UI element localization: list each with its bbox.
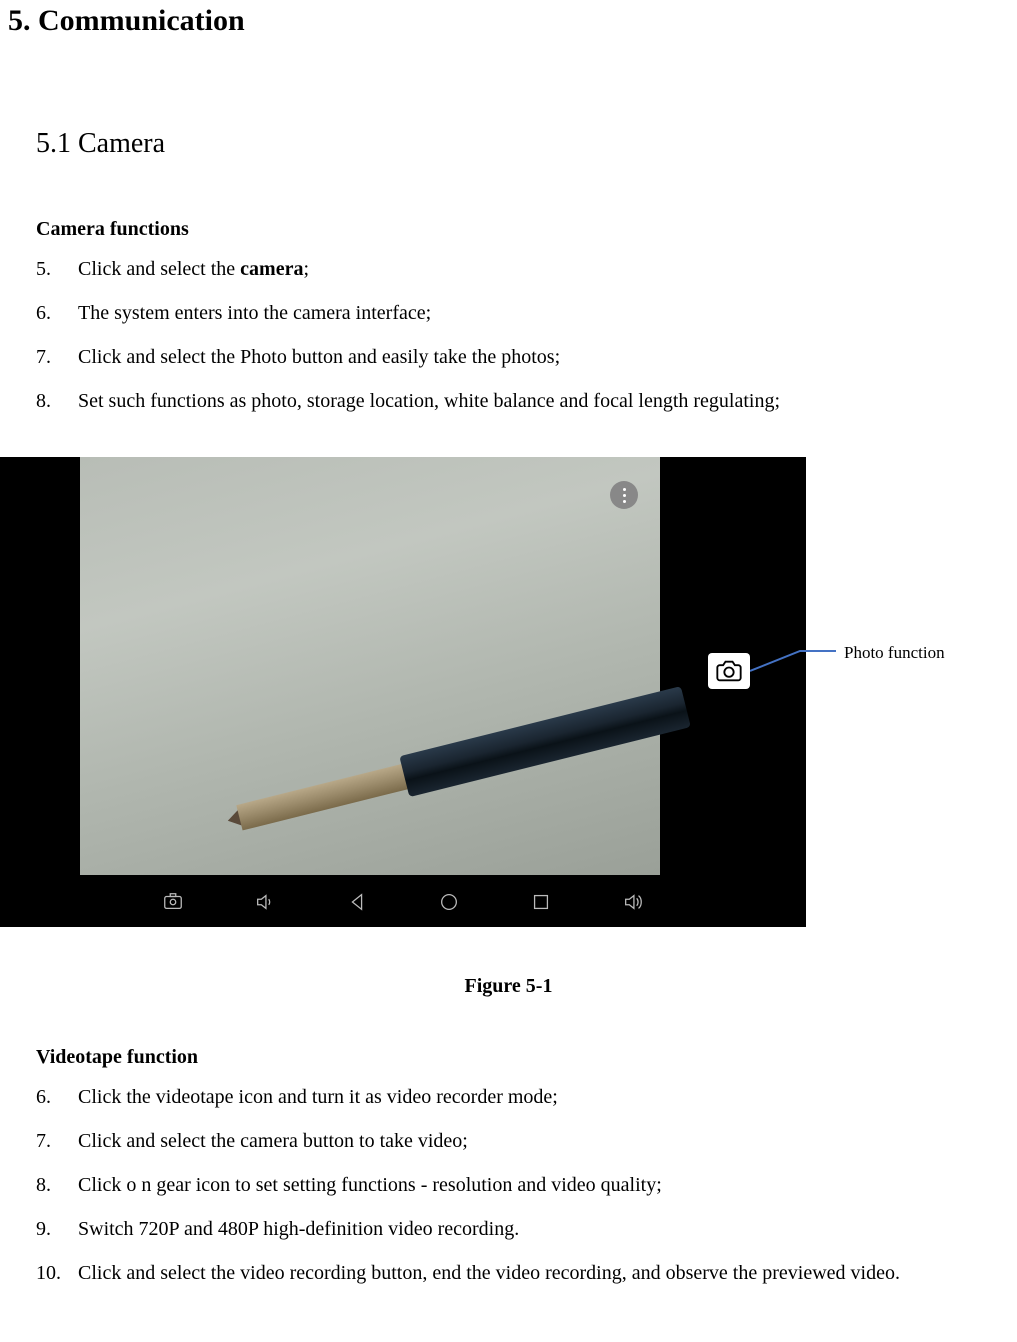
list-item: 6. The system enters into the camera int…: [36, 299, 1017, 327]
list-text: Set such functions as photo, storage loc…: [78, 387, 1017, 415]
volume-up-icon[interactable]: [621, 890, 645, 914]
list-item: 5. Click and select the camera;: [36, 255, 1017, 283]
more-icon: [623, 494, 626, 497]
figure-caption: Figure 5-1: [0, 975, 1017, 998]
android-nav-bar: [0, 877, 806, 927]
subsection-title-camera: Camera functions: [0, 218, 1017, 241]
recent-apps-icon[interactable]: [529, 890, 553, 914]
list-item: 8. Set such functions as photo, storage …: [36, 387, 1017, 415]
list-number: 8.: [36, 387, 78, 415]
camera-screenshot: [0, 457, 806, 927]
list-number: 7.: [36, 1127, 78, 1155]
list-number: 6.: [36, 1083, 78, 1111]
camera-switch-icon[interactable]: [161, 890, 185, 914]
subsection-title-videotape: Videotape function: [0, 1046, 1017, 1069]
list-text: Switch 720P and 480P high-definition vid…: [78, 1215, 1017, 1243]
list-item: 7. Click and select the camera button to…: [36, 1127, 1017, 1155]
volume-down-icon[interactable]: [253, 890, 277, 914]
shutter-button[interactable]: [708, 653, 750, 689]
list-text-post: ;: [303, 258, 309, 280]
list-item: 6. Click the videotape icon and turn it …: [36, 1083, 1017, 1111]
list-item: 10. Click and select the video recording…: [36, 1259, 1017, 1287]
list-item: 9. Switch 720P and 480P high-definition …: [36, 1215, 1017, 1243]
list-number: 5.: [36, 255, 78, 283]
callout-line: [750, 649, 836, 673]
camera-viewfinder: [80, 457, 660, 875]
chapter-heading: 5. Communication: [0, 0, 1017, 38]
list-number: 8.: [36, 1171, 78, 1199]
list-number: 7.: [36, 343, 78, 371]
list-item: 8. Click o n gear icon to set setting fu…: [36, 1171, 1017, 1199]
camera-icon: [715, 659, 743, 683]
videotape-functions-list: 6. Click the videotape icon and turn it …: [0, 1083, 1017, 1287]
callout-label: Photo function: [844, 643, 945, 663]
section-heading: 5.1 Camera: [0, 128, 1017, 160]
list-text: Click and select the camera button to ta…: [78, 1127, 1017, 1155]
camera-functions-list: 5. Click and select the camera; 6. The s…: [0, 255, 1017, 415]
home-icon[interactable]: [437, 890, 461, 914]
list-text: Click the videotape icon and turn it as …: [78, 1083, 1017, 1111]
list-number: 6.: [36, 299, 78, 327]
list-item: 7. Click and select the Photo button and…: [36, 343, 1017, 371]
list-text: Click o n gear icon to set setting funct…: [78, 1171, 1017, 1199]
more-icon: [623, 500, 626, 503]
list-number: 9.: [36, 1215, 78, 1243]
list-text: Click and select the video recording but…: [78, 1259, 1017, 1287]
list-text: The system enters into the camera interf…: [78, 299, 1017, 327]
more-options-button[interactable]: [610, 481, 638, 509]
list-number: 10.: [36, 1259, 78, 1287]
pen-subject: [225, 647, 698, 865]
list-text: Click and select the Photo button and ea…: [78, 343, 1017, 371]
list-text-pre: Click and select the: [78, 258, 240, 280]
more-icon: [623, 488, 626, 491]
list-text-bold: camera: [240, 258, 303, 280]
list-text: Click and select the camera;: [78, 255, 1017, 283]
back-icon[interactable]: [345, 890, 369, 914]
figure-wrap: Photo function: [0, 457, 1017, 927]
